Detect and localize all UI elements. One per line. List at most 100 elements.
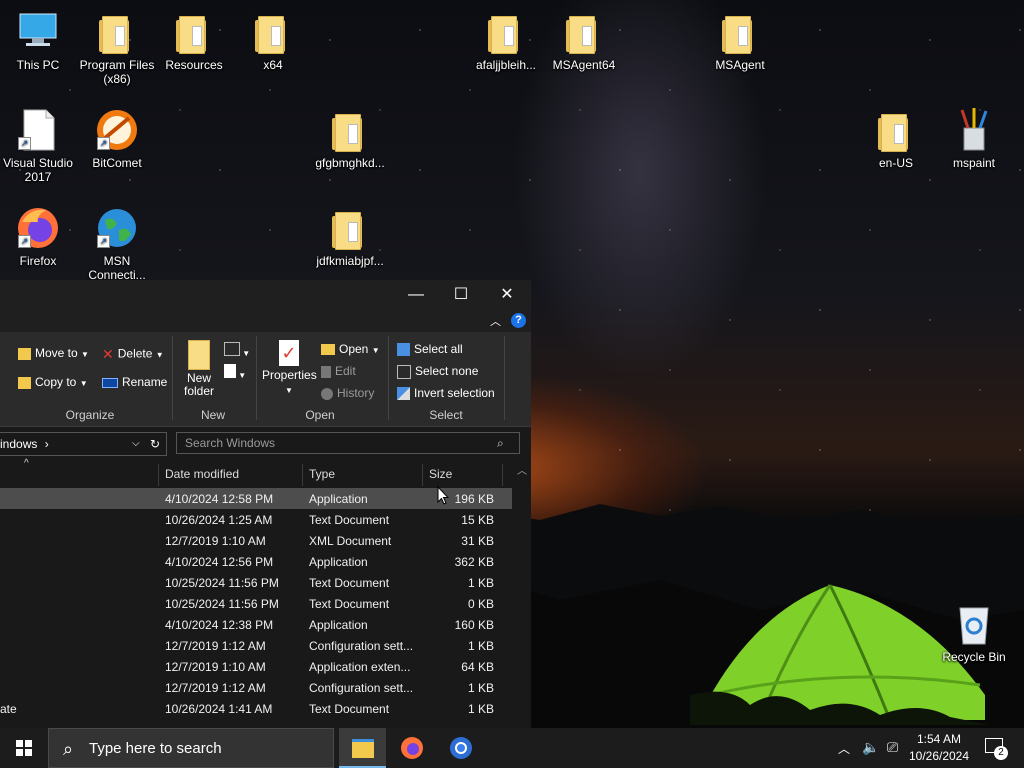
column-size[interactable]: Size [429, 467, 452, 481]
table-row[interactable]: 10/26/2024 1:25 AM Text Document 15 KB [0, 509, 512, 530]
table-row[interactable]: 10/25/2024 11:56 PM Text Document 0 KB [0, 593, 512, 614]
volume-muted-icon[interactable]: 🔈 [862, 739, 879, 756]
help-icon[interactable]: ? [511, 313, 526, 328]
folder-move-icon [18, 347, 31, 360]
show-hidden-icons-icon[interactable]: ︿ [838, 740, 850, 757]
table-row[interactable]: 10/25/2024 11:56 PM Text Document 1 KB [0, 572, 512, 593]
table-row[interactable]: 12/7/2019 1:10 AM Application exten... 64 … [0, 656, 512, 677]
table-row[interactable]: 4/10/2024 12:58 PM Application 196 KB [0, 488, 512, 509]
file-explorer-icon [352, 739, 374, 758]
select-all-button[interactable]: Select all [397, 342, 463, 357]
desktop-icon-msn-connection[interactable]: ↗ MSN Connecti... [79, 206, 155, 282]
group-new: New [200, 408, 225, 422]
cell-size: 1 KB [467, 576, 494, 590]
taskbar-search-box[interactable]: ⌕ Type here to search [48, 728, 334, 768]
desktop-icon-jdfkmiabjpf[interactable]: jdfkmiabjpf... [312, 206, 388, 268]
chevron-down-icon: ▼ [236, 371, 247, 380]
rename-button[interactable]: Rename [102, 375, 167, 389]
folder-icon [172, 10, 216, 54]
properties-button[interactable]: ✓ Properties ▼ [262, 340, 317, 396]
invert-selection-icon [397, 387, 410, 401]
shortcut-arrow-icon: ↗ [18, 235, 31, 248]
table-row[interactable]: 4/10/2024 12:38 PM Application 160 KB [0, 614, 512, 635]
table-row[interactable]: 12/7/2019 1:10 AM XML Document 31 KB [0, 530, 512, 551]
scroll-up-icon[interactable]: ︿ [517, 462, 527, 477]
shortcut-arrow-icon: ↗ [97, 235, 110, 248]
select-none-button[interactable]: Select none [397, 364, 478, 379]
delete-button[interactable]: ✕ Delete ▼ [102, 346, 164, 363]
table-row[interactable]: 12/7/2019 1:12 AM Configuration sett... 1 … [0, 635, 512, 656]
vertical-scrollbar[interactable]: ︿ [512, 460, 531, 728]
taskbar-firefox[interactable] [388, 728, 435, 768]
new-item-button[interactable]: ▼ [224, 342, 250, 359]
desktop-icon-resources[interactable]: Resources [156, 10, 232, 72]
taskbar-chrome[interactable] [437, 728, 484, 768]
clock[interactable]: 1:54 AM 10/26/2024 [906, 728, 972, 768]
chevron-down-icon: ▼ [81, 350, 89, 359]
move-to-button[interactable]: Move to ▼ [18, 346, 89, 360]
copy-to-button[interactable]: Copy to ▼ [18, 375, 88, 389]
maximize-button[interactable]: ☐ [438, 280, 484, 310]
desktop-icon-mspaint[interactable]: mspaint [936, 108, 1012, 170]
address-separator: › [44, 437, 49, 451]
history-button[interactable]: History [321, 386, 374, 400]
desktop-icon-label: MSAgent64 [552, 58, 616, 72]
desktop-icon-msagent64[interactable]: MSAgent64 [546, 10, 622, 72]
network-icon[interactable]: ⎚ [887, 739, 898, 756]
desktop-icon-program-files-x86[interactable]: Program Files (x86) [79, 10, 155, 86]
cell-type: Text Document [309, 576, 390, 590]
open-button[interactable]: Open ▼ [321, 342, 380, 356]
desktop-icon-msagent[interactable]: MSAgent [702, 10, 778, 72]
cell-size: 196 KB [454, 492, 494, 506]
address-bar[interactable]: indows › ⌵ ↻ [0, 432, 167, 456]
desktop-icon-label: Recycle Bin [942, 650, 1006, 664]
desktop-icon-this-pc[interactable]: This PC [0, 10, 76, 72]
desktop-icon-firefox[interactable]: ↗ Firefox [0, 206, 76, 268]
cell-date-modified: 4/10/2024 12:38 PM [165, 618, 274, 632]
taskbar-search-input[interactable]: Type here to search [89, 729, 222, 769]
invert-selection-button[interactable]: Invert selection [397, 386, 495, 401]
ribbon-separator [172, 336, 173, 420]
search-input[interactable]: Search Windows [177, 436, 275, 450]
desktop-icon-gfgbmghkd[interactable]: gfgbmghkd... [312, 108, 388, 170]
desktop-icon-bitcomet[interactable]: ↗ BitComet [79, 108, 155, 170]
column-date-modified[interactable]: Date modified [165, 467, 239, 481]
desktop-icon-label: x64 [263, 58, 283, 72]
desktop-icon-visual-studio-2017[interactable]: ↗ Visual Studio 2017 [0, 108, 76, 184]
start-button[interactable] [0, 728, 48, 768]
column-divider[interactable] [158, 464, 159, 486]
edit-button[interactable]: Edit [321, 364, 356, 378]
refresh-icon[interactable]: ↻ [150, 433, 160, 455]
table-row[interactable]: 4/10/2024 12:56 PM Application 362 KB [0, 551, 512, 572]
table-row[interactable]: ate 10/26/2024 1:41 AM Text Document 1 KB [0, 698, 512, 719]
cell-date-modified: 10/25/2024 11:56 PM [165, 576, 279, 590]
cell-date-modified: 10/25/2024 11:56 PM [165, 597, 279, 611]
column-divider[interactable] [422, 464, 423, 486]
taskbar-file-explorer[interactable] [339, 728, 386, 768]
desktop-icon-en-us[interactable]: en-US [858, 108, 934, 170]
cell-type: Configuration sett... [309, 639, 414, 653]
clock-date: 10/26/2024 [908, 749, 970, 763]
paint-brushes-icon [960, 108, 988, 151]
column-type[interactable]: Type [309, 467, 335, 481]
column-header: ^ Date modified Type Size [0, 458, 512, 486]
cell-date-modified: 12/7/2019 1:12 AM [165, 681, 266, 695]
column-divider[interactable] [502, 464, 503, 486]
address-dropdown-icon[interactable]: ⌵ [132, 433, 140, 455]
search-box[interactable]: Search Windows ⌕ [176, 432, 520, 454]
desktop-icon-label: en-US [878, 156, 913, 170]
table-row[interactable]: 12/7/2019 1:12 AM Configuration sett... 1 … [0, 677, 512, 698]
cell-type: Text Document [309, 513, 390, 527]
desktop-icon-label: Program Files (x86) [79, 58, 155, 86]
column-divider[interactable] [302, 464, 303, 486]
action-center-button[interactable]: 2 [978, 728, 1018, 768]
collapse-ribbon-icon[interactable]: ︿ [490, 313, 501, 329]
desktop-icon-recycle-bin[interactable]: Recycle Bin [936, 602, 1012, 664]
chevron-down-icon: ▼ [155, 350, 164, 360]
desktop-icon-afaljjbleih[interactable]: afaljjbleih... [468, 10, 544, 72]
easy-access-button[interactable]: ▼ [224, 364, 246, 381]
minimize-button[interactable]: — [393, 280, 439, 310]
desktop-icon-x64[interactable]: x64 [235, 10, 311, 72]
close-button[interactable]: ✕ [484, 280, 530, 310]
new-folder-button[interactable]: New folder [182, 340, 216, 398]
